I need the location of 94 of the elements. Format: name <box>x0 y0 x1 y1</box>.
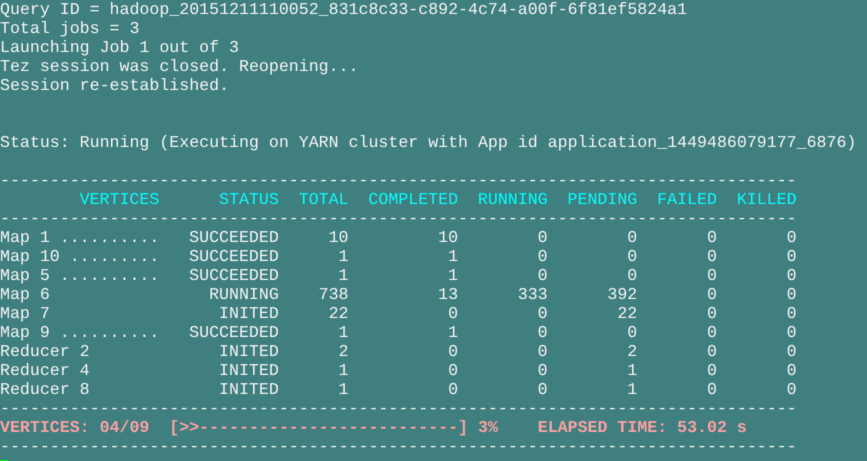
table-cell-text: 0 <box>706 266 717 285</box>
table-cell-text: 10 <box>328 228 348 247</box>
table-cell-text: 0 <box>786 323 797 342</box>
table-cell-text: 2 <box>338 342 348 361</box>
column-header: COMPLETED <box>367 190 458 209</box>
table-cell-text: Reducer 8 <box>0 380 91 399</box>
table-cell-text: 0 <box>536 342 548 361</box>
table-cell-text: 0 <box>786 285 797 304</box>
table-cell-text: 0 <box>706 228 717 247</box>
table-cell-text: 0 <box>447 380 458 399</box>
separator-line: -------------------------------------------------------------------------------- <box>0 171 797 190</box>
table-cell-text: 0 <box>786 342 797 361</box>
table-cell-text: 1 <box>447 247 458 266</box>
table-cell-text: 1 <box>447 323 458 342</box>
table-cell: Map 9 .......... <box>0 323 160 342</box>
elapsed-time: ELAPSED TIME: 53.02 s <box>538 418 747 437</box>
table-cell-text: 0 <box>786 228 797 247</box>
table-cell-text: 1 <box>338 361 348 380</box>
table-cell-text: 738 <box>318 285 348 304</box>
table-cell-text: 0 <box>786 304 797 323</box>
vertices-count: VERTICES: 04/09 <box>0 418 150 437</box>
table-cell-text: Reducer 2 <box>0 342 91 361</box>
column-header: FAILED <box>656 190 717 209</box>
table-cell-text: 0 <box>626 228 638 247</box>
table-cell-text: 0 <box>626 266 638 285</box>
table-cell-text: 0 <box>706 247 717 266</box>
table-cell-text: SUCCEEDED <box>188 266 279 285</box>
column-header: VERTICES <box>78 190 160 209</box>
table-cell-text: Reducer 4 <box>0 361 91 380</box>
log-line: Tez session was closed. Reopening... <box>0 57 358 76</box>
table-cell-text: 1 <box>338 380 348 399</box>
column-header: PENDING <box>566 190 638 209</box>
log-line: Query ID = hadoop_20151211110052_831c8c33-c892-4c74-a00f-6f81ef5824a1 <box>0 0 688 19</box>
column-header: STATUS <box>218 190 279 209</box>
table-cell-text: 0 <box>536 380 548 399</box>
table-cell-text: RUNNING <box>208 285 279 304</box>
table-cell-text: 0 <box>706 380 717 399</box>
table-cell-text: 392 <box>606 285 638 304</box>
table-cell-text: 10 <box>437 228 458 247</box>
table-cell-text: 0 <box>786 247 797 266</box>
table-cell-text: 1 <box>626 361 638 380</box>
table-cell-text: 13 <box>437 285 458 304</box>
table-cell-text: Map 6 <box>0 285 51 304</box>
table-cell-text: 1 <box>338 323 348 342</box>
table-cell-text: 0 <box>626 247 638 266</box>
table-cell-text: 333 <box>516 285 548 304</box>
table-cell-text: 22 <box>616 304 638 323</box>
log-line: Launching Job 1 out of 3 <box>0 38 239 57</box>
table-cell-text: SUCCEEDED <box>188 323 279 342</box>
table-cell-text: INITED <box>218 380 279 399</box>
table-cell-text: SUCCEEDED <box>188 228 279 247</box>
table-cell-text: 0 <box>706 323 717 342</box>
table-cell-text: 0 <box>706 304 717 323</box>
progress-bar-text: [>>--------------------------] <box>169 418 468 437</box>
table-cell-text: 0 <box>536 304 548 323</box>
table-cell-text: 1 <box>447 266 458 285</box>
table-cell-text: 0 <box>536 266 548 285</box>
separator-line: -------------------------------------------------------------------------------- <box>0 437 797 456</box>
table-cell: Map 5 .......... <box>0 266 160 285</box>
table-cell-text: 0 <box>706 342 717 361</box>
table-cell-text: 0 <box>536 323 548 342</box>
table-cell-text: 0 <box>786 380 797 399</box>
table-cell-text: INITED <box>218 342 279 361</box>
table-cell-text: 1 <box>338 266 348 285</box>
table-cell: Map 1 .......... <box>0 228 160 247</box>
column-header: RUNNING <box>476 190 548 209</box>
table-cell-text: 0 <box>786 361 797 380</box>
table-cell-text: 0 <box>447 361 458 380</box>
table-cell-text: SUCCEEDED <box>188 247 279 266</box>
log-line: Session re-established. <box>0 76 230 95</box>
table-cell-text: 0 <box>536 247 548 266</box>
table-cell-text: 0 <box>706 285 717 304</box>
table-cell-text: 0 <box>706 361 717 380</box>
table-cell-text: 0 <box>626 323 638 342</box>
status-line: Status: Running (Executing on YARN cluster with App id application_1449486079177_6876) <box>0 133 856 152</box>
table-cell-text: 0 <box>536 228 548 247</box>
table-cell-text: 22 <box>328 304 348 323</box>
column-header: TOTAL <box>298 190 348 209</box>
table-cell-text: INITED <box>218 361 279 380</box>
table-cell-text: 0 <box>447 304 458 323</box>
log-line: Total jobs = 3 <box>0 19 140 38</box>
table-cell-text: 0 <box>536 361 548 380</box>
table-cell-text: 0 <box>447 342 458 361</box>
table-cell-text: Map 7 <box>0 304 51 323</box>
progress-percent: 3% <box>478 418 498 437</box>
table-cell-text: INITED <box>218 304 279 323</box>
table-cell: Map 10 ......... <box>0 247 160 266</box>
table-cell-text: 1 <box>626 380 638 399</box>
column-header: KILLED <box>736 190 797 209</box>
table-cell-text: 0 <box>786 266 797 285</box>
table-cell-text: 1 <box>338 247 348 266</box>
separator-line: -------------------------------------------------------------------------------- <box>0 399 797 418</box>
table-cell-text: 2 <box>626 342 638 361</box>
separator-line: -------------------------------------------------------------------------------- <box>0 209 797 228</box>
